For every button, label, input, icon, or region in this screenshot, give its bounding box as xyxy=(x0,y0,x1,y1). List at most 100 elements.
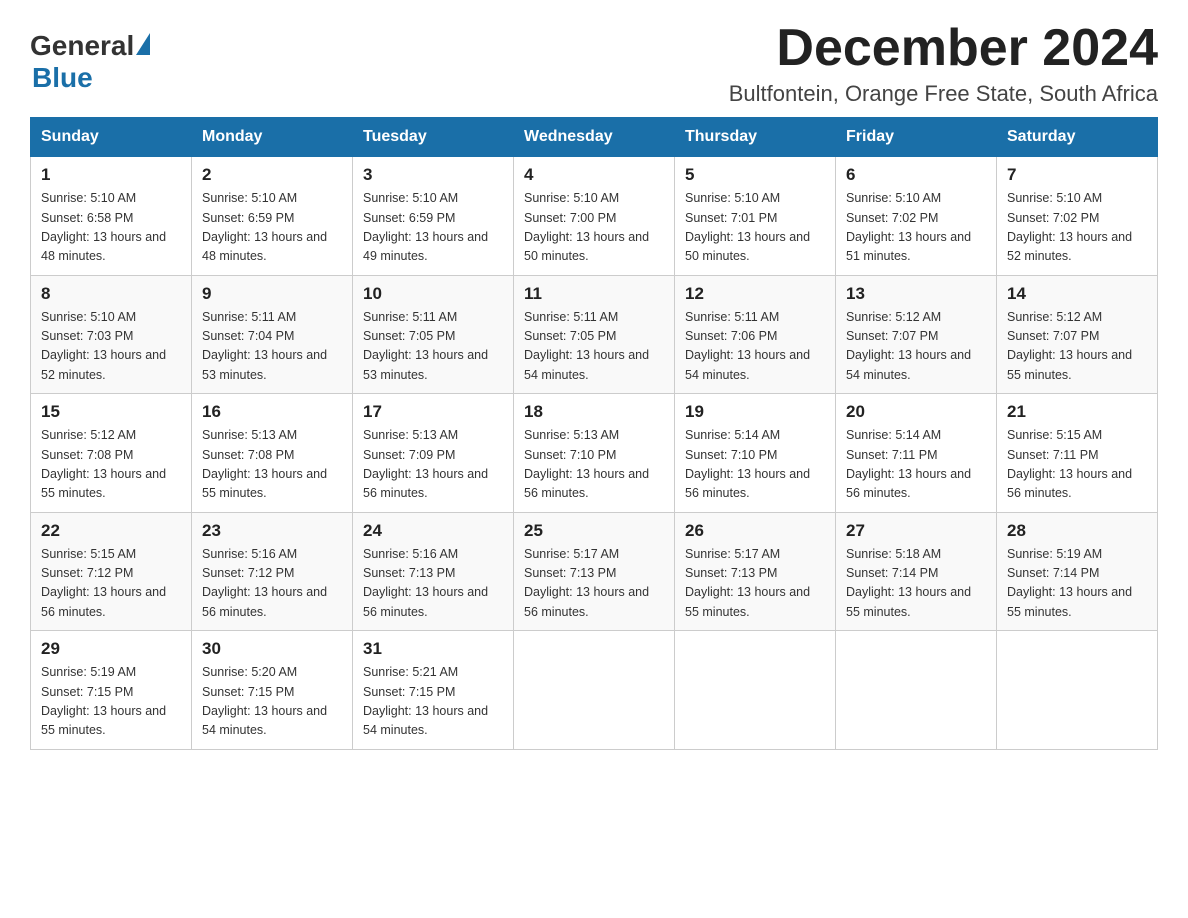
day-info: Sunrise: 5:10 AMSunset: 7:01 PMDaylight:… xyxy=(685,189,825,267)
day-number: 5 xyxy=(685,165,825,185)
day-number: 31 xyxy=(363,639,503,659)
day-info: Sunrise: 5:19 AMSunset: 7:15 PMDaylight:… xyxy=(41,663,181,741)
header: General Blue December 2024 Bultfontein, … xyxy=(30,20,1158,107)
calendar-title: December 2024 xyxy=(729,20,1158,77)
day-info: Sunrise: 5:14 AMSunset: 7:11 PMDaylight:… xyxy=(846,426,986,504)
day-info: Sunrise: 5:10 AMSunset: 6:58 PMDaylight:… xyxy=(41,189,181,267)
day-info: Sunrise: 5:17 AMSunset: 7:13 PMDaylight:… xyxy=(685,545,825,623)
calendar-cell: 31Sunrise: 5:21 AMSunset: 7:15 PMDayligh… xyxy=(353,631,514,750)
day-info: Sunrise: 5:17 AMSunset: 7:13 PMDaylight:… xyxy=(524,545,664,623)
calendar-cell: 20Sunrise: 5:14 AMSunset: 7:11 PMDayligh… xyxy=(836,394,997,513)
day-number: 24 xyxy=(363,521,503,541)
weekday-header-monday: Monday xyxy=(192,118,353,157)
calendar-cell: 6 Sunrise: 5:10 AMSunset: 7:02 PMDaylight… xyxy=(836,157,997,276)
calendar-cell: 30 Sunrise: 5:20 AMSunset: 7:15 PMDayligh… xyxy=(192,631,353,750)
calendar-cell: 17 Sunrise: 5:13 AMSunset: 7:09 PMDayligh… xyxy=(353,394,514,513)
day-info: Sunrise: 5:12 AMSunset: 7:07 PMDaylight:… xyxy=(1007,308,1147,386)
day-number: 9 xyxy=(202,284,342,304)
calendar-cell: 2 Sunrise: 5:10 AMSunset: 6:59 PMDaylight… xyxy=(192,157,353,276)
calendar-cell: 27 Sunrise: 5:18 AMSunset: 7:14 PMDayligh… xyxy=(836,512,997,631)
day-number: 28 xyxy=(1007,521,1147,541)
day-info: Sunrise: 5:19 AMSunset: 7:14 PMDaylight:… xyxy=(1007,545,1147,623)
calendar-cell: 23 Sunrise: 5:16 AMSunset: 7:12 PMDayligh… xyxy=(192,512,353,631)
calendar-week-row: 15 Sunrise: 5:12 AMSunset: 7:08 PMDayligh… xyxy=(31,394,1158,513)
day-info: Sunrise: 5:13 AMSunset: 7:09 PMDaylight:… xyxy=(363,426,503,504)
day-info: Sunrise: 5:10 AMSunset: 6:59 PMDaylight:… xyxy=(202,189,342,267)
weekday-header-friday: Friday xyxy=(836,118,997,157)
logo: General Blue xyxy=(30,30,150,94)
day-number: 13 xyxy=(846,284,986,304)
day-info: Sunrise: 5:20 AMSunset: 7:15 PMDaylight:… xyxy=(202,663,342,741)
day-info: Sunrise: 5:12 AMSunset: 7:08 PMDaylight:… xyxy=(41,426,181,504)
calendar-cell: 22Sunrise: 5:15 AMSunset: 7:12 PMDayligh… xyxy=(31,512,192,631)
calendar-cell: 10 Sunrise: 5:11 AMSunset: 7:05 PMDayligh… xyxy=(353,275,514,394)
day-number: 8 xyxy=(41,284,181,304)
calendar-cell: 15 Sunrise: 5:12 AMSunset: 7:08 PMDayligh… xyxy=(31,394,192,513)
day-number: 23 xyxy=(202,521,342,541)
day-number: 26 xyxy=(685,521,825,541)
calendar-week-row: 8 Sunrise: 5:10 AMSunset: 7:03 PMDaylight… xyxy=(31,275,1158,394)
day-number: 15 xyxy=(41,402,181,422)
day-info: Sunrise: 5:11 AMSunset: 7:05 PMDaylight:… xyxy=(363,308,503,386)
title-area: December 2024 Bultfontein, Orange Free S… xyxy=(729,20,1158,107)
weekday-header-thursday: Thursday xyxy=(675,118,836,157)
calendar-cell: 8 Sunrise: 5:10 AMSunset: 7:03 PMDaylight… xyxy=(31,275,192,394)
day-info: Sunrise: 5:14 AMSunset: 7:10 PMDaylight:… xyxy=(685,426,825,504)
day-number: 10 xyxy=(363,284,503,304)
calendar-cell: 3Sunrise: 5:10 AMSunset: 6:59 PMDaylight… xyxy=(353,157,514,276)
calendar-cell: 26 Sunrise: 5:17 AMSunset: 7:13 PMDayligh… xyxy=(675,512,836,631)
day-number: 19 xyxy=(685,402,825,422)
day-number: 7 xyxy=(1007,165,1147,185)
weekday-header-row: SundayMondayTuesdayWednesdayThursdayFrid… xyxy=(31,118,1158,157)
day-number: 12 xyxy=(685,284,825,304)
day-number: 27 xyxy=(846,521,986,541)
calendar-week-row: 22Sunrise: 5:15 AMSunset: 7:12 PMDayligh… xyxy=(31,512,1158,631)
calendar-cell: 4Sunrise: 5:10 AMSunset: 7:00 PMDaylight… xyxy=(514,157,675,276)
day-info: Sunrise: 5:10 AMSunset: 7:03 PMDaylight:… xyxy=(41,308,181,386)
day-number: 18 xyxy=(524,402,664,422)
calendar-cell xyxy=(997,631,1158,750)
day-info: Sunrise: 5:18 AMSunset: 7:14 PMDaylight:… xyxy=(846,545,986,623)
day-info: Sunrise: 5:10 AMSunset: 7:02 PMDaylight:… xyxy=(846,189,986,267)
day-number: 21 xyxy=(1007,402,1147,422)
calendar-cell: 21Sunrise: 5:15 AMSunset: 7:11 PMDayligh… xyxy=(997,394,1158,513)
day-info: Sunrise: 5:16 AMSunset: 7:12 PMDaylight:… xyxy=(202,545,342,623)
day-info: Sunrise: 5:13 AMSunset: 7:10 PMDaylight:… xyxy=(524,426,664,504)
weekday-header-saturday: Saturday xyxy=(997,118,1158,157)
calendar-cell: 29 Sunrise: 5:19 AMSunset: 7:15 PMDayligh… xyxy=(31,631,192,750)
calendar-cell: 16 Sunrise: 5:13 AMSunset: 7:08 PMDayligh… xyxy=(192,394,353,513)
logo-blue-text: Blue xyxy=(32,62,93,94)
day-info: Sunrise: 5:10 AMSunset: 7:00 PMDaylight:… xyxy=(524,189,664,267)
day-number: 25 xyxy=(524,521,664,541)
logo-triangle-icon xyxy=(136,33,150,55)
weekday-header-tuesday: Tuesday xyxy=(353,118,514,157)
calendar-cell: 28 Sunrise: 5:19 AMSunset: 7:14 PMDayligh… xyxy=(997,512,1158,631)
calendar-cell: 13Sunrise: 5:12 AMSunset: 7:07 PMDayligh… xyxy=(836,275,997,394)
calendar-cell: 12 Sunrise: 5:11 AMSunset: 7:06 PMDayligh… xyxy=(675,275,836,394)
day-info: Sunrise: 5:13 AMSunset: 7:08 PMDaylight:… xyxy=(202,426,342,504)
day-info: Sunrise: 5:15 AMSunset: 7:12 PMDaylight:… xyxy=(41,545,181,623)
day-number: 16 xyxy=(202,402,342,422)
calendar-cell: 19 Sunrise: 5:14 AMSunset: 7:10 PMDayligh… xyxy=(675,394,836,513)
day-number: 6 xyxy=(846,165,986,185)
weekday-header-sunday: Sunday xyxy=(31,118,192,157)
calendar-cell: 5 Sunrise: 5:10 AMSunset: 7:01 PMDaylight… xyxy=(675,157,836,276)
day-number: 30 xyxy=(202,639,342,659)
day-info: Sunrise: 5:10 AMSunset: 7:02 PMDaylight:… xyxy=(1007,189,1147,267)
calendar-cell xyxy=(836,631,997,750)
day-number: 14 xyxy=(1007,284,1147,304)
day-info: Sunrise: 5:11 AMSunset: 7:06 PMDaylight:… xyxy=(685,308,825,386)
calendar-cell: 9 Sunrise: 5:11 AMSunset: 7:04 PMDaylight… xyxy=(192,275,353,394)
day-number: 2 xyxy=(202,165,342,185)
weekday-header-wednesday: Wednesday xyxy=(514,118,675,157)
day-info: Sunrise: 5:10 AMSunset: 6:59 PMDaylight:… xyxy=(363,189,503,267)
calendar-cell xyxy=(675,631,836,750)
calendar-cell: 24 Sunrise: 5:16 AMSunset: 7:13 PMDayligh… xyxy=(353,512,514,631)
calendar-week-row: 29 Sunrise: 5:19 AMSunset: 7:15 PMDayligh… xyxy=(31,631,1158,750)
calendar-cell: 1Sunrise: 5:10 AMSunset: 6:58 PMDaylight… xyxy=(31,157,192,276)
day-info: Sunrise: 5:16 AMSunset: 7:13 PMDaylight:… xyxy=(363,545,503,623)
day-number: 29 xyxy=(41,639,181,659)
day-info: Sunrise: 5:11 AMSunset: 7:04 PMDaylight:… xyxy=(202,308,342,386)
day-number: 17 xyxy=(363,402,503,422)
calendar-cell: 7 Sunrise: 5:10 AMSunset: 7:02 PMDaylight… xyxy=(997,157,1158,276)
